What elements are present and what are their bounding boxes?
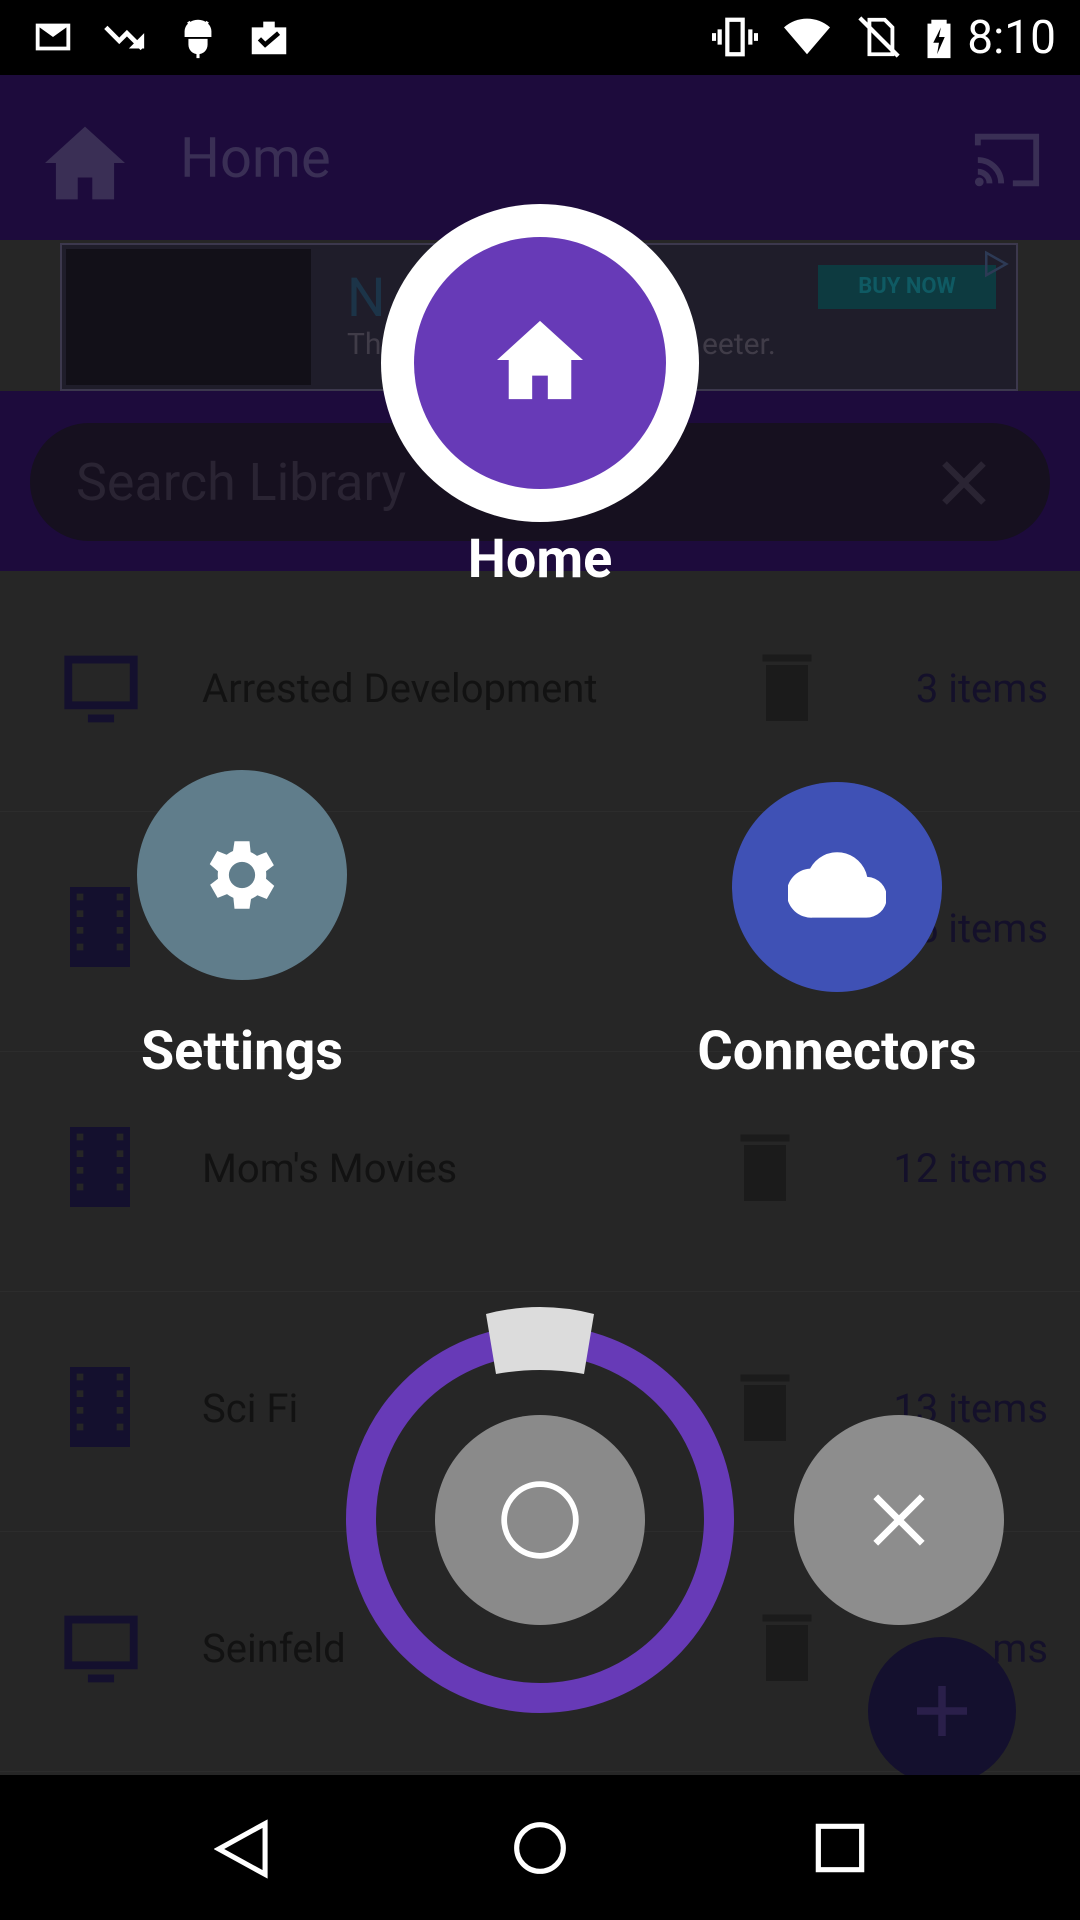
plus-icon (917, 1686, 967, 1736)
trending-down-icon (104, 25, 145, 51)
ad-choices-icon[interactable] (980, 249, 1010, 279)
library-row[interactable]: Arrested Development 3 items (0, 571, 1080, 812)
film-icon (70, 887, 130, 967)
library-row-title: Seinfeld (202, 1625, 346, 1672)
ad-headline: N (347, 267, 386, 330)
cloud-icon (788, 852, 886, 918)
clipboard-check-icon (251, 21, 287, 55)
tv-icon (64, 655, 138, 723)
ad-subtext-end: eeter. (702, 327, 776, 362)
recents-icon[interactable] (814, 1822, 866, 1874)
cast-icon[interactable] (972, 130, 1042, 190)
search-placeholder: Search Library (76, 452, 407, 513)
nav-home-icon[interactable] (512, 1820, 568, 1876)
status-bar: 8:10 (0, 0, 1080, 75)
home-menu-label: Home (467, 528, 613, 591)
wifi-icon (784, 18, 830, 55)
film-icon (70, 1127, 130, 1207)
home-icon (497, 320, 583, 400)
dial-center-button[interactable] (435, 1415, 645, 1625)
close-menu-button[interactable] (794, 1415, 1004, 1625)
trash-icon[interactable] (762, 651, 812, 721)
close-icon (873, 1494, 925, 1546)
toolbar-title: Home (180, 125, 331, 191)
connectors-menu-button[interactable] (732, 782, 942, 992)
add-fab-button[interactable] (868, 1637, 1016, 1785)
dial-handle[interactable] (480, 1306, 600, 1378)
settings-menu-label: Settings (140, 1020, 344, 1083)
battery-charging-icon (927, 19, 951, 59)
ad-cta-button[interactable]: BUY NOW (818, 265, 996, 309)
trash-icon[interactable] (740, 1131, 790, 1201)
connectors-menu-label: Connectors (697, 1020, 977, 1083)
gmail-icon (35, 23, 71, 51)
trash-icon[interactable] (740, 1371, 790, 1441)
clear-search-icon[interactable] (938, 457, 990, 509)
trash-icon[interactable] (762, 1611, 812, 1681)
library-row-count: 12 items (893, 1145, 1048, 1192)
tv-icon (64, 1615, 138, 1683)
ad-image (66, 249, 311, 385)
library-row[interactable]: Mom's Movies 12 items (0, 1051, 1080, 1292)
back-icon[interactable] (214, 1819, 270, 1879)
circle-icon (501, 1481, 579, 1559)
status-time: 8:10 (967, 11, 1056, 65)
home-icon[interactable] (40, 123, 130, 203)
no-sim-icon (858, 16, 900, 58)
gear-icon (209, 841, 275, 909)
settings-menu-button[interactable] (137, 770, 347, 980)
android-icon (184, 19, 212, 59)
library-row-count: 3 items (915, 665, 1048, 712)
home-menu-button[interactable] (414, 237, 666, 489)
library-row-title: Mom's Movies (202, 1145, 458, 1192)
system-nav-bar (0, 1775, 1080, 1920)
library-row-title: Sci Fi (202, 1385, 299, 1432)
film-icon (70, 1367, 130, 1447)
library-row-title: Arrested Development (202, 665, 598, 712)
ad-subtext: Th (347, 327, 382, 362)
vibrate-icon (712, 17, 758, 57)
